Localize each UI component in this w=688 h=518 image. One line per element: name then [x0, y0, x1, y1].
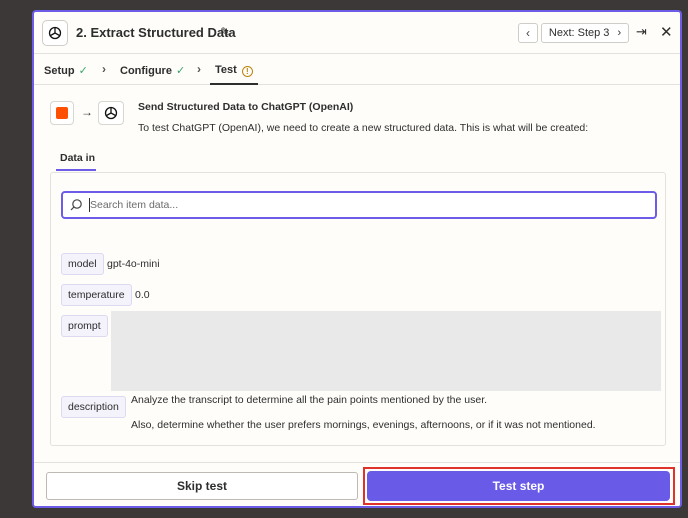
search-icon [70, 199, 82, 211]
chevron-right-icon: › [617, 27, 622, 39]
tab-test-label: Test [215, 64, 237, 76]
step-title: 2. Extract Structured Data [76, 25, 236, 40]
summary-title: Send Structured Data to ChatGPT (OpenAI) [138, 101, 354, 113]
field-value-model: gpt-4o-mini [107, 258, 160, 270]
next-step-button[interactable]: Next: Step 3 › [541, 23, 629, 43]
tab-setup[interactable]: Setup ✓ [44, 64, 88, 77]
chevron-right-icon: › [197, 62, 201, 76]
warning-icon: ! [241, 66, 253, 77]
tab-data-in[interactable]: Data in [60, 152, 95, 164]
search-placeholder: Search item data... [90, 199, 179, 211]
field-value-temperature: 0.0 [135, 289, 150, 301]
tab-configure-label: Configure [120, 65, 172, 77]
panel-footer: Skip test Test step [34, 462, 680, 506]
step-editor-panel: 2. Extract Structured Data ✎ ‹ Next: Ste… [32, 10, 682, 508]
field-value-description-line-2: Also, determine whether the user prefers… [131, 419, 596, 431]
tab-test[interactable]: Test! [215, 64, 253, 77]
step-tabs: Setup ✓ › Configure ✓ › Test! [34, 55, 680, 85]
active-tab-indicator [56, 169, 96, 171]
test-step-button[interactable]: Test step [367, 471, 670, 501]
panel-header: 2. Extract Structured Data ✎ ‹ Next: Ste… [34, 12, 680, 54]
next-step-label: Next: Step 3 [548, 27, 610, 39]
zapier-square-icon [56, 107, 68, 119]
search-input[interactable]: Search item data... [61, 191, 657, 219]
close-icon[interactable]: ✕ [660, 23, 673, 41]
data-in-panel: Search item data... model gpt-4o-mini te… [50, 172, 666, 446]
skip-test-button[interactable]: Skip test [46, 472, 358, 500]
pencil-icon[interactable]: ✎ [220, 25, 230, 39]
collapse-panel-icon[interactable]: ⇥ [636, 24, 647, 40]
trigger-app-icon [50, 101, 74, 125]
field-value-prompt [111, 311, 661, 391]
active-step-indicator [210, 83, 258, 85]
field-value-description-line-1: Analyze the transcript to determine all … [131, 394, 488, 406]
field-key-prompt: prompt [61, 315, 108, 337]
field-key-model: model [61, 253, 104, 275]
tab-setup-label: Setup [44, 65, 75, 77]
previous-step-button[interactable]: ‹ [518, 23, 538, 43]
summary-description: To test ChatGPT (OpenAI), we need to cre… [138, 122, 589, 134]
check-icon: ✓ [78, 65, 88, 77]
check-icon: ✓ [175, 65, 186, 77]
tab-configure[interactable]: Configure ✓ [120, 64, 185, 77]
field-key-description: description [61, 396, 126, 418]
openai-logo-icon [42, 20, 68, 46]
openai-logo-icon [98, 101, 124, 125]
field-key-temperature: temperature [61, 284, 132, 306]
arrow-right-icon: → [81, 105, 93, 119]
chevron-right-icon: › [102, 62, 106, 76]
chevron-left-icon: ‹ [526, 26, 530, 40]
